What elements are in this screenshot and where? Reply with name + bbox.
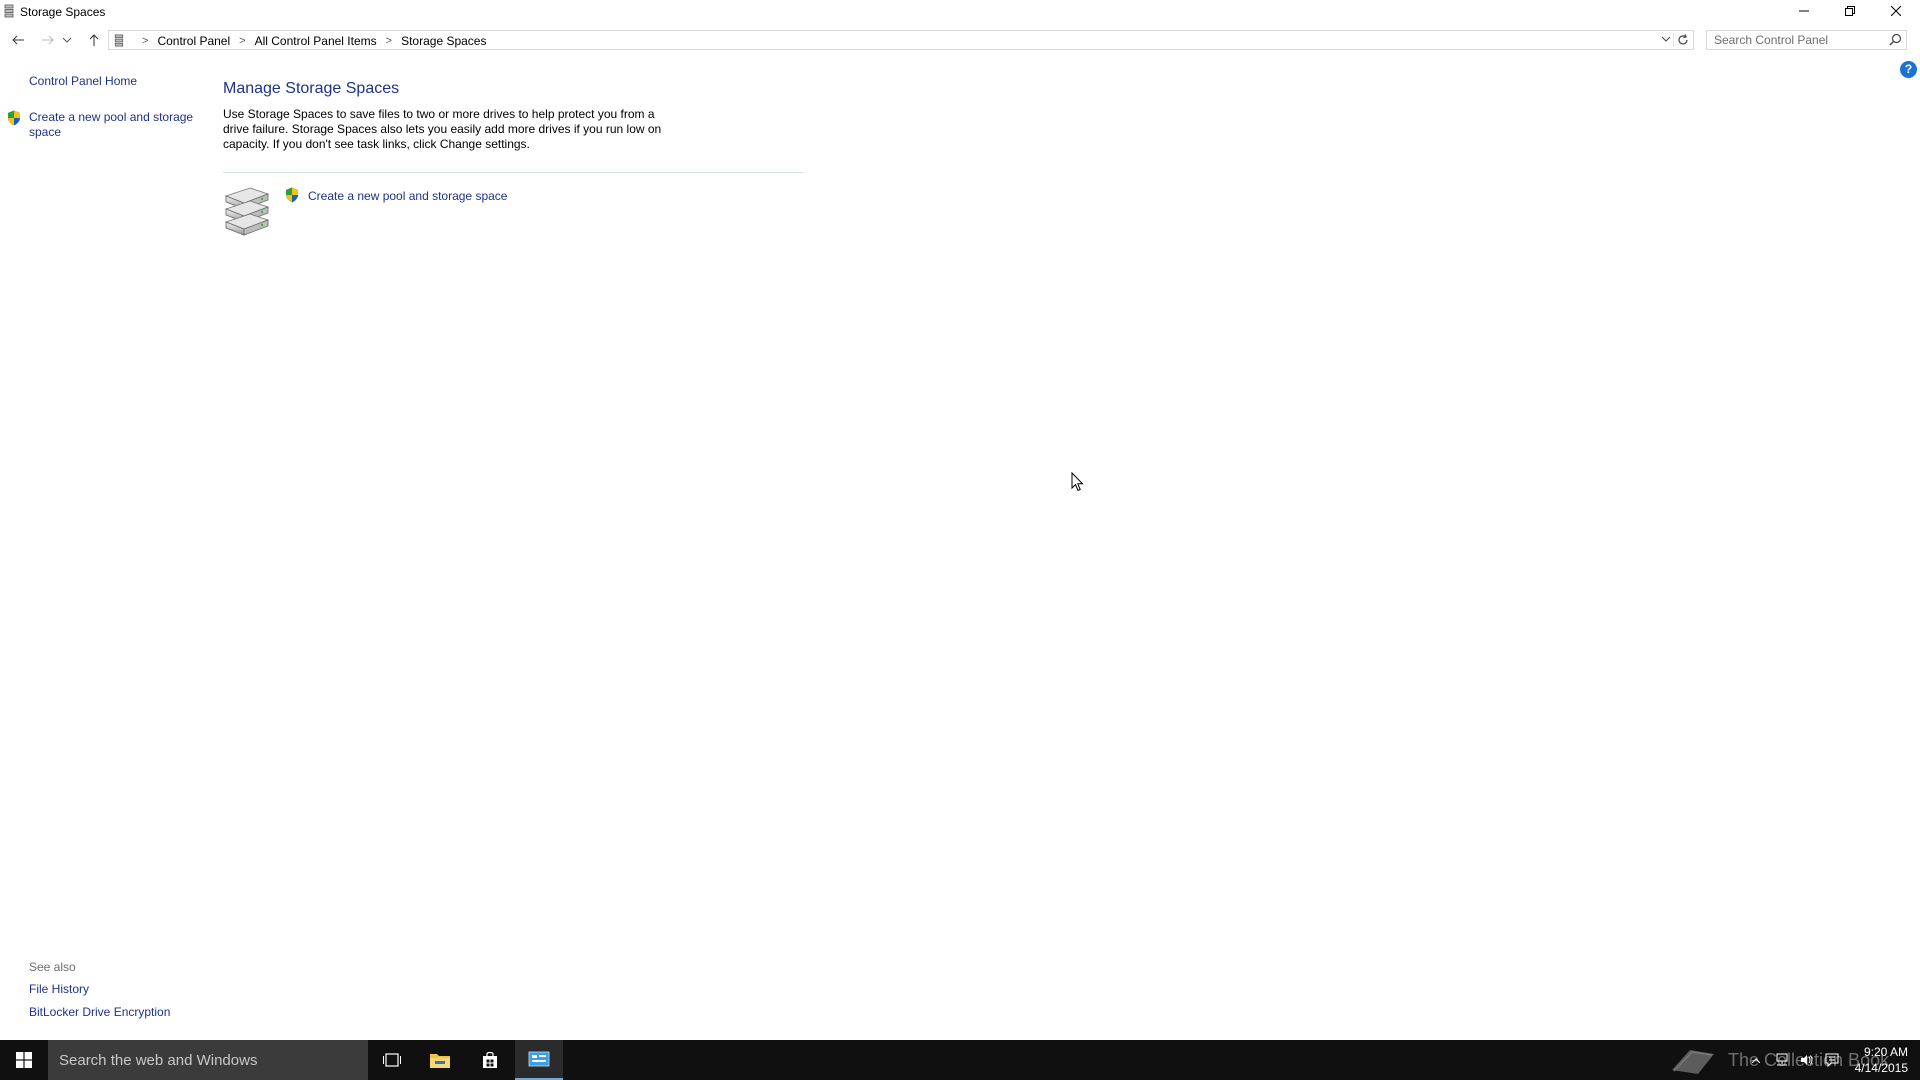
close-icon [1891, 6, 1901, 16]
see-also-heading: See also [29, 960, 76, 974]
minimize-button[interactable] [1781, 0, 1827, 22]
divider [223, 172, 803, 173]
chevron-down-icon[interactable] [1661, 34, 1671, 44]
forward-arrow-icon [42, 35, 54, 45]
breadcrumb: > Control Panel > All Control Panel Item… [133, 34, 486, 48]
file-history-link[interactable]: File History [29, 982, 89, 996]
network-button[interactable] [1772, 1040, 1792, 1080]
back-arrow-icon [12, 35, 24, 45]
restore-icon [1845, 6, 1855, 16]
control-panel-taskbar-button[interactable] [515, 1040, 563, 1080]
chevron-down-icon [63, 37, 71, 43]
action-center-button[interactable] [1822, 1040, 1842, 1080]
breadcrumb-all-control-panel-items[interactable]: All Control Panel Items [255, 34, 377, 48]
minimize-icon [1799, 10, 1809, 12]
create-pool-task-link[interactable]: Create a new pool and storage space [29, 110, 199, 140]
file-explorer-button[interactable] [416, 1040, 464, 1080]
window-title: Storage Spaces [20, 5, 106, 19]
title-bar[interactable]: Storage Spaces [0, 0, 1920, 24]
storage-spaces-icon [4, 4, 14, 18]
storage-drives-icon [224, 187, 270, 236]
search-icon[interactable] [1889, 33, 1902, 46]
task-view-button[interactable] [368, 1040, 416, 1080]
show-hidden-icons-button[interactable] [1748, 1040, 1764, 1080]
up-arrow-icon [89, 34, 99, 46]
mouse-cursor-icon [1071, 472, 1084, 492]
create-pool-link[interactable]: Create a new pool and storage space [308, 189, 507, 203]
recent-locations-button[interactable] [61, 29, 73, 51]
task-view-icon [383, 1053, 401, 1067]
clock-date: 4/14/2015 [1854, 1061, 1908, 1075]
taskbar-search-placeholder: Search the web and Windows [59, 1052, 258, 1069]
chevron-right-icon[interactable]: > [386, 35, 392, 47]
search-input[interactable] [1707, 31, 1884, 49]
chevron-right-icon[interactable]: > [142, 35, 148, 47]
clock-time: 9:20 AM [1863, 1045, 1908, 1059]
refresh-icon[interactable] [1676, 33, 1690, 47]
control-panel-home-link[interactable]: Control Panel Home [29, 74, 137, 88]
left-pane: Control Panel Home Create a new pool and… [0, 60, 200, 1030]
network-icon [1776, 1053, 1788, 1066]
search-box[interactable] [1706, 30, 1907, 50]
page-title: Manage Storage Spaces [223, 80, 400, 97]
forward-button[interactable] [37, 29, 59, 51]
divider [1673, 33, 1674, 47]
taskbar-search-box[interactable]: Search the web and Windows [48, 1040, 368, 1080]
store-button[interactable] [466, 1040, 514, 1080]
start-button[interactable] [0, 1040, 48, 1080]
back-button[interactable] [7, 29, 29, 51]
page-description: Use Storage Spaces to save files to two … [223, 107, 662, 151]
uac-shield-icon [8, 110, 20, 126]
folder-icon [430, 1054, 450, 1068]
bitlocker-link[interactable]: BitLocker Drive Encryption [29, 1005, 170, 1019]
close-button[interactable] [1873, 0, 1919, 22]
taskbar: Search the web and Windows The Collectio… [0, 1040, 1920, 1080]
notifications-icon [1825, 1053, 1839, 1067]
volume-button[interactable] [1797, 1040, 1817, 1080]
navigation-bar: > Control Panel > All Control Panel Item… [0, 27, 1920, 53]
store-bag-icon [483, 1051, 497, 1068]
up-button[interactable] [83, 29, 105, 51]
breadcrumb-storage-spaces[interactable]: Storage Spaces [401, 34, 486, 48]
windows-logo-icon [16, 1052, 32, 1068]
storage-spaces-icon [114, 34, 124, 47]
book-logo-icon [1672, 1050, 1714, 1074]
speaker-icon [1801, 1055, 1813, 1065]
breadcrumb-control-panel[interactable]: Control Panel [157, 34, 230, 48]
clock[interactable]: 9:20 AM 4/14/2015 [1840, 1044, 1908, 1076]
address-bar[interactable]: > Control Panel > All Control Panel Item… [108, 30, 1694, 50]
chevron-up-icon [1752, 1057, 1760, 1063]
restore-button[interactable] [1827, 0, 1873, 22]
uac-shield-icon [286, 187, 298, 203]
chevron-right-icon[interactable]: > [239, 35, 245, 47]
control-panel-icon [528, 1051, 550, 1067]
help-icon[interactable]: ? [1900, 61, 1917, 78]
